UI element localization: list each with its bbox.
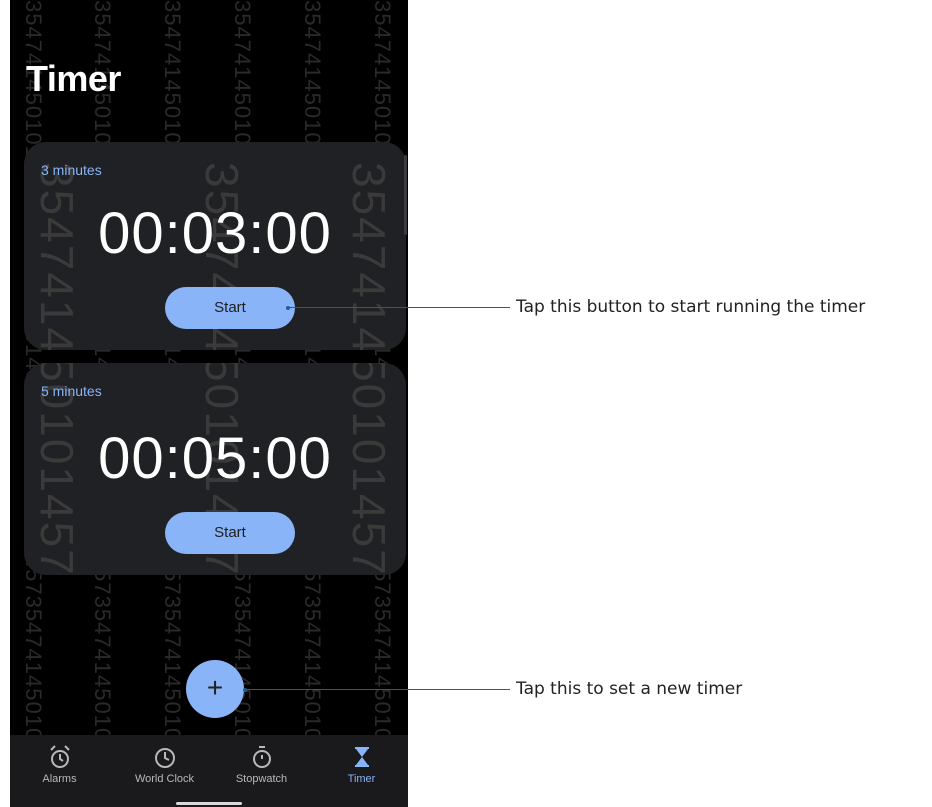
- callout-add: Tap this to set a new timer: [516, 679, 743, 699]
- nav-label: Stopwatch: [235, 773, 288, 785]
- nav-label: World Clock: [134, 773, 195, 785]
- hourglass-icon: [354, 747, 369, 767]
- nav-label: Timer: [347, 773, 376, 785]
- start-button[interactable]: Start: [165, 512, 295, 554]
- phone-screen: 3547414501014573547414501014573547414501…: [10, 0, 408, 807]
- timer-card[interactable]: 354741450101457 354741450101457 35474145…: [24, 142, 406, 350]
- timer-label[interactable]: 5 minutes: [41, 383, 102, 399]
- nav-item-world-clock[interactable]: World Clock: [115, 743, 214, 785]
- plus-icon: +: [206, 672, 224, 703]
- home-indicator[interactable]: [176, 802, 242, 805]
- timer-label[interactable]: 3 minutes: [41, 162, 102, 178]
- callout-line: [245, 689, 510, 690]
- callout-start: Tap this button to start running the tim…: [516, 297, 866, 317]
- timer-card[interactable]: 354741450101457 354741450101457 35474145…: [24, 363, 406, 575]
- nav-item-alarms[interactable]: Alarms: [10, 743, 109, 785]
- timer-time-display[interactable]: 00:05:00: [24, 425, 406, 492]
- stopwatch-icon: [252, 746, 271, 768]
- nav-label: Alarms: [42, 773, 77, 785]
- clock-icon: [154, 748, 175, 768]
- alarm-clock-icon: [49, 745, 70, 768]
- page-title: Timer: [26, 58, 121, 99]
- nav-item-stopwatch[interactable]: Stopwatch: [212, 743, 311, 785]
- start-button[interactable]: Start: [165, 287, 295, 329]
- timer-time-display[interactable]: 00:03:00: [24, 200, 406, 267]
- scrollbar[interactable]: [404, 155, 407, 235]
- bottom-nav-bar: Alarms World Clock Stopwatch Timer: [10, 735, 408, 807]
- add-timer-button[interactable]: +: [186, 660, 244, 718]
- callout-line: [288, 307, 510, 308]
- nav-item-timer[interactable]: Timer: [312, 743, 408, 785]
